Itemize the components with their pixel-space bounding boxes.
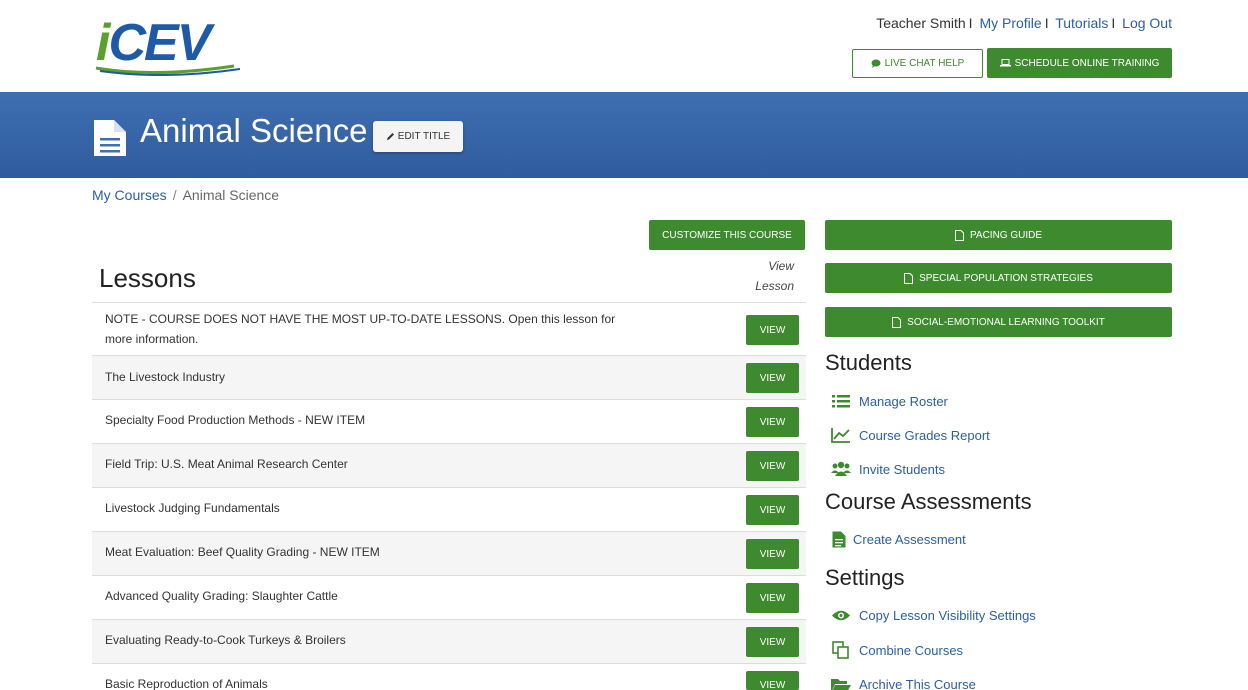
list-icon [831, 392, 851, 410]
special-population-button[interactable]: SPECIAL POPULATION STRATEGIES [825, 263, 1172, 293]
lesson-row: Specialty Food Production Methods - NEW … [92, 399, 806, 443]
icev-logo[interactable]: iCEV [94, 14, 254, 76]
logo-swoosh-icon [95, 64, 241, 76]
pencil-icon [386, 133, 394, 140]
user-name: Teacher Smith [876, 15, 966, 31]
course-grades-report-label: Course Grades Report [859, 427, 990, 443]
view-lesson-button[interactable]: VIEW [746, 407, 799, 437]
students-heading: Students [825, 350, 912, 375]
create-assessment-label: Create Assessment [853, 531, 966, 547]
lesson-row: Advanced Quality Grading: Slaughter Catt… [92, 575, 806, 619]
settings-heading: Settings [825, 565, 905, 590]
manage-roster-link[interactable]: Manage Roster [831, 392, 948, 410]
lesson-row: NOTE - COURSE DOES NOT HAVE THE MOST UP-… [92, 302, 806, 355]
live-chat-label: LIVE CHAT HELP [884, 58, 965, 69]
lesson-title: Meat Evaluation: Beef Quality Grading - … [105, 545, 380, 559]
invite-students-link[interactable]: Invite Students [831, 460, 945, 478]
invite-students-label: Invite Students [859, 461, 945, 477]
copy-lesson-visibility-link[interactable]: Copy Lesson Visibility Settings [831, 606, 1036, 624]
file-icon [904, 272, 914, 284]
tutorials-link[interactable]: Tutorials [1055, 15, 1108, 31]
pacing-guide-button[interactable]: PACING GUIDE [825, 220, 1172, 250]
view-lesson-header-line2: Lesson [755, 279, 794, 293]
course-grades-report-link[interactable]: Course Grades Report [831, 426, 990, 444]
lesson-title: Field Trip: U.S. Meat Animal Research Ce… [105, 457, 348, 471]
breadcrumb-current: Animal Science [182, 187, 280, 203]
view-lesson-button[interactable]: VIEW [746, 583, 799, 613]
view-lesson-button[interactable]: VIEW [746, 363, 799, 393]
my-profile-link[interactable]: My Profile [979, 15, 1041, 31]
lesson-row: Livestock Judging Fundamentals VIEW [92, 487, 806, 531]
lesson-title: Basic Reproduction of Animals [105, 677, 268, 690]
folder-open-icon [831, 675, 851, 690]
eye-icon [831, 606, 851, 624]
combine-courses-link[interactable]: Combine Courses [831, 641, 963, 659]
lesson-row: Field Trip: U.S. Meat Animal Research Ce… [92, 443, 806, 487]
file-icon [892, 316, 902, 328]
log-out-link[interactable]: Log Out [1122, 15, 1172, 31]
edit-title-label: EDIT TITLE [397, 131, 451, 142]
file-icon [954, 229, 964, 241]
view-lesson-button[interactable]: VIEW [746, 627, 799, 657]
lesson-title: Evaluating Ready-to-Cook Turkeys & Broil… [105, 633, 346, 647]
combine-courses-label: Combine Courses [859, 642, 964, 658]
lesson-row: Meat Evaluation: Beef Quality Grading - … [92, 531, 806, 575]
customize-course-button[interactable]: CUSTOMIZE THIS COURSE [649, 220, 805, 250]
create-assessment-link[interactable]: Create Assessment [831, 530, 966, 548]
live-chat-help-button[interactable]: LIVE CHAT HELP [852, 49, 983, 78]
chat-bubble-icon [871, 59, 881, 68]
lesson-title: The Livestock Industry [105, 370, 226, 384]
schedule-training-label: SCHEDULE ONLINE TRAINING [1014, 57, 1160, 69]
breadcrumb: My Courses / Animal Science [92, 187, 280, 203]
top-header: iCEV Teacher Smith I My Profile I Tutorial… [0, 0, 1248, 92]
view-lesson-column-header: View Lesson [740, 256, 794, 296]
lesson-row: Evaluating Ready-to-Cook Turkeys & Broil… [92, 619, 806, 663]
user-links: Teacher Smith I My Profile I Tutorials I Lo… [876, 15, 1172, 31]
view-lesson-button[interactable]: VIEW [746, 495, 799, 525]
lesson-row: Basic Reproduction of Animals VIEW [92, 663, 806, 690]
special-population-label: SPECIAL POPULATION STRATEGIES [919, 272, 1093, 284]
view-lesson-button[interactable]: VIEW [746, 315, 799, 345]
archive-course-label: Archive This Course [859, 676, 976, 690]
course-assessments-heading: Course Assessments [825, 489, 1032, 514]
document-text-icon [831, 530, 847, 548]
view-lesson-button[interactable]: VIEW [746, 451, 799, 481]
schedule-training-button[interactable]: SCHEDULE ONLINE TRAINING [987, 48, 1172, 78]
lesson-title: NOTE - COURSE DOES NOT HAVE THE MOST UP-… [105, 312, 616, 346]
copy-icon [831, 641, 851, 659]
lesson-title: Livestock Judging Fundamentals [105, 501, 280, 515]
lesson-row: The Livestock Industry VIEW [92, 355, 806, 399]
view-lesson-button[interactable]: VIEW [746, 671, 799, 690]
laptop-icon [999, 59, 1011, 67]
line-chart-icon [831, 426, 851, 444]
course-title: Animal Science [140, 112, 368, 149]
copy-lesson-visibility-label: Copy Lesson Visibility Settings [859, 607, 1036, 623]
view-lesson-header-line1: View [768, 259, 794, 273]
view-lesson-button[interactable]: VIEW [746, 539, 799, 569]
document-icon [94, 120, 126, 156]
breadcrumb-my-courses[interactable]: My Courses [92, 187, 167, 203]
sel-toolkit-label: SOCIAL-EMOTIONAL LEARNING TOOLKIT [907, 316, 1105, 328]
archive-course-link[interactable]: Archive This Course [831, 675, 976, 690]
pacing-guide-label: PACING GUIDE [969, 229, 1043, 241]
sel-toolkit-button[interactable]: SOCIAL-EMOTIONAL LEARNING TOOLKIT [825, 307, 1172, 337]
edit-title-button[interactable]: EDIT TITLE [373, 121, 463, 152]
lessons-heading: Lessons [99, 263, 196, 293]
lesson-title: Specialty Food Production Methods - NEW … [105, 413, 366, 427]
users-icon [831, 460, 851, 478]
lessons-table: NOTE - COURSE DOES NOT HAVE THE MOST UP-… [92, 302, 806, 690]
lesson-title: Advanced Quality Grading: Slaughter Catt… [105, 589, 338, 603]
manage-roster-label: Manage Roster [859, 393, 948, 409]
